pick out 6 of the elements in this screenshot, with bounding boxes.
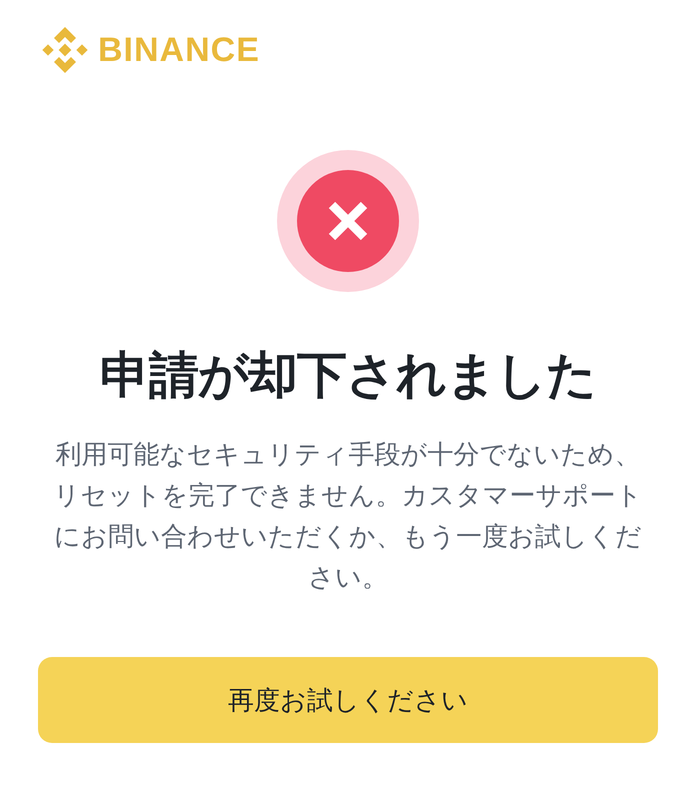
logo-icon: [40, 25, 90, 75]
retry-button[interactable]: 再度お試しください: [38, 657, 658, 743]
error-icon: [277, 150, 419, 292]
heading: 申請が却下されました: [100, 345, 596, 406]
logo-wordmark: BINANCE: [98, 30, 260, 70]
message: 利用可能なセキュリティ手段が十分でないため、リセットを完了できません。カスタマーサポートにお問い合わせいただくか、もう一度お試しください。: [52, 439, 644, 595]
